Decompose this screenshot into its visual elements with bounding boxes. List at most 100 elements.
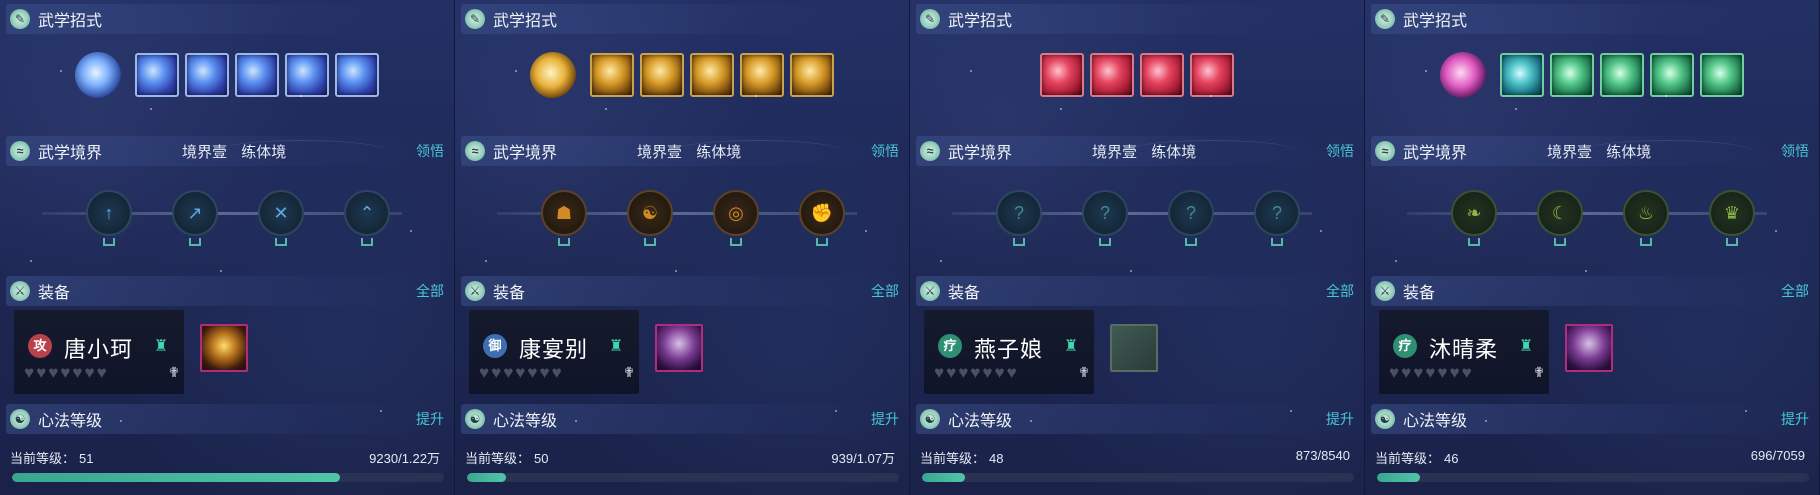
realm-node-4[interactable]: ♛ [1709, 190, 1755, 246]
star-particle [410, 230, 412, 232]
skill-icon-1[interactable] [1500, 53, 1544, 97]
equipment-slot[interactable] [1110, 324, 1158, 372]
realm-icon: ≈ [465, 141, 485, 161]
realm-node-4[interactable]: ? [1254, 190, 1300, 246]
realm-node-4[interactable]: ✊ [799, 190, 845, 246]
skill-icon-1[interactable] [1040, 53, 1084, 97]
equip-all-button[interactable]: 全部 [1326, 281, 1354, 301]
realm-node-4[interactable]: ⌃ [344, 190, 390, 246]
realm-node-1[interactable]: ❧ [1451, 190, 1497, 246]
weapon-icon[interactable] [530, 52, 576, 98]
realm-title: 武学境界 [948, 145, 1013, 162]
realm-node-3[interactable]: ✕ [258, 190, 304, 246]
equipment-slot[interactable] [200, 324, 248, 372]
equip-all-button[interactable]: 全部 [1781, 281, 1809, 301]
character-card[interactable]: 御 康宴别 ♜ ♥ ♥ ♥ ♥ ♥ ♥ ♥ ✟ [469, 310, 639, 394]
star-particle [575, 420, 577, 422]
star-particle [300, 95, 302, 97]
star-particle [1060, 108, 1062, 110]
realm-title: 武学境界 [38, 145, 103, 162]
mind-header: ☯ 心法等级 提升 [1371, 404, 1813, 434]
star-particle [1395, 260, 1397, 262]
skill-icon-5[interactable] [790, 53, 834, 97]
realm-node-2[interactable]: ☾ [1537, 190, 1583, 246]
skill-icon-2[interactable] [1550, 53, 1594, 97]
mind-icon: ☯ [1375, 409, 1395, 429]
equip-icon: ⚔ [465, 281, 485, 301]
skill-icon-1[interactable] [590, 53, 634, 97]
star-particle [60, 70, 62, 72]
realm-node-3[interactable]: ? [1168, 190, 1214, 246]
realm-track: ☗ ☯ ◎ ✊ [497, 186, 857, 246]
skill-icon-2[interactable] [640, 53, 684, 97]
mind-upgrade-button[interactable]: 提升 [1781, 409, 1809, 429]
skill-icon-2[interactable] [185, 53, 229, 97]
heart-icon: ♥ [24, 363, 35, 382]
header-ornament [1581, 140, 1753, 163]
character-card[interactable]: 攻 唐小珂 ♜ ♥ ♥ ♥ ♥ ♥ ♥ ♥ ✟ [14, 310, 184, 394]
equip-header: ⚔ 装备 全部 [916, 276, 1358, 306]
equipment-slot[interactable] [655, 324, 703, 372]
skill-icon-3[interactable] [1140, 53, 1184, 97]
equip-all-button[interactable]: 全部 [871, 281, 899, 301]
character-card[interactable]: 疗 沐晴柔 ♜ ♥ ♥ ♥ ♥ ♥ ♥ ♥ ✟ [1379, 310, 1549, 394]
realm-icon: ≈ [920, 141, 940, 161]
level-value: 51 [79, 451, 94, 466]
realm-comprehend-button[interactable]: 领悟 [871, 141, 899, 161]
skill-row [1365, 50, 1819, 100]
skill-row [0, 50, 454, 100]
skills-title: 武学招式 [38, 13, 103, 30]
heart-icon: ♥ [527, 363, 538, 382]
mind-upgrade-button[interactable]: 提升 [1326, 409, 1354, 429]
star-particle [970, 70, 972, 72]
realm-node-2[interactable]: ↗ [172, 190, 218, 246]
weapon-icon[interactable] [1440, 52, 1486, 98]
skill-icon-2[interactable] [1090, 53, 1134, 97]
weapon-icon[interactable] [75, 52, 121, 98]
star-particle [1515, 108, 1517, 110]
level-value: 48 [989, 451, 1004, 466]
heart-icon: ♥ [982, 363, 993, 382]
star-particle [1775, 230, 1777, 232]
realm-comprehend-button[interactable]: 领悟 [416, 141, 444, 161]
mind-title: 心法等级 [493, 413, 558, 430]
heart-icon: ♥ [946, 363, 957, 382]
level-readout: 当前等级： 46 [1375, 448, 1458, 467]
heart-icon: ♥ [72, 363, 83, 382]
realm-comprehend-button[interactable]: 领悟 [1326, 141, 1354, 161]
skill-icon-5[interactable] [335, 53, 379, 97]
realm-node-1[interactable]: ☗ [541, 190, 587, 246]
mind-upgrade-button[interactable]: 提升 [416, 409, 444, 429]
equip-title: 装备 [948, 285, 981, 302]
realm-node-1[interactable]: ↑ [86, 190, 132, 246]
skill-icon-5[interactable] [1700, 53, 1744, 97]
skill-icon-3[interactable] [235, 53, 279, 97]
skill-icon-4[interactable] [740, 53, 784, 97]
xp-progress-bar [922, 473, 1354, 482]
realm-node-3[interactable]: ◎ [713, 190, 759, 246]
skills-title: 武学招式 [948, 13, 1013, 30]
realm-node-2[interactable]: ☯ [627, 190, 673, 246]
role-badge: 疗 [938, 334, 962, 358]
realm-node-1[interactable]: ? [996, 190, 1042, 246]
header-ornament [671, 140, 843, 163]
character-card[interactable]: 疗 燕子娘 ♜ ♥ ♥ ♥ ♥ ♥ ♥ ♥ ✟ [924, 310, 1094, 394]
skill-icon-1[interactable] [135, 53, 179, 97]
skill-icon-4[interactable] [1650, 53, 1694, 97]
star-particle [1585, 270, 1587, 272]
heart-icon: ♥ [1413, 363, 1424, 382]
equipment-slot[interactable] [1565, 324, 1613, 372]
mind-upgrade-button[interactable]: 提升 [871, 409, 899, 429]
skill-icon-4[interactable] [285, 53, 329, 97]
mind-icon: ☯ [465, 409, 485, 429]
character-name: 沐晴柔 [1429, 337, 1499, 362]
pin-icon: ✟ [168, 364, 180, 380]
skill-icon-3[interactable] [690, 53, 734, 97]
character-panel-4: ✎ 武学招式 ≈ 武学境界 境界壹 练体境 领悟 ❧ ☾ ♨ ♛ ⚔ 装备 全部 疗 … [1365, 0, 1820, 495]
realm-comprehend-button[interactable]: 领悟 [1781, 141, 1809, 161]
equip-all-button[interactable]: 全部 [416, 281, 444, 301]
realm-node-3[interactable]: ♨ [1623, 190, 1669, 246]
realm-node-2[interactable]: ? [1082, 190, 1128, 246]
skill-icon-3[interactable] [1600, 53, 1644, 97]
skill-icon-4[interactable] [1190, 53, 1234, 97]
